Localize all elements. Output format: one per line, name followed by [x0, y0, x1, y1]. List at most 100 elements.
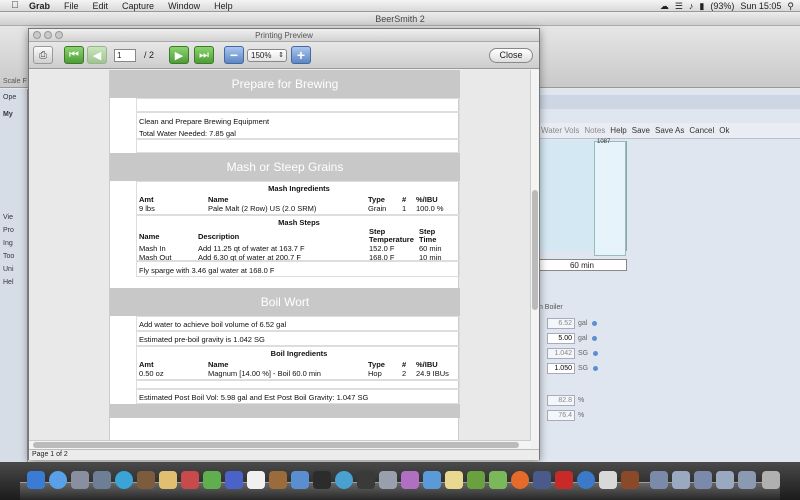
app-icon[interactable]	[291, 471, 309, 489]
nav-open[interactable]: Ope	[3, 94, 16, 101]
close-button[interactable]: Close	[489, 48, 533, 63]
page-number-input[interactable]: 1	[114, 49, 136, 62]
app-icon[interactable]	[335, 471, 353, 489]
lock-dot-icon[interactable]	[593, 350, 599, 356]
in-boiler-label: In Boiler	[537, 304, 563, 311]
folder-icon[interactable]	[650, 471, 668, 489]
nav-my[interactable]: My	[3, 111, 13, 118]
menu-app-name[interactable]: Grab	[22, 1, 57, 11]
boil-line2: Estimated pre-boil gravity is 1.042 SG	[139, 335, 265, 344]
horizontal-scrollbar[interactable]	[29, 440, 531, 449]
app-icon[interactable]	[181, 471, 199, 489]
efficiency-field[interactable]: 82.8	[547, 394, 575, 406]
menu-help[interactable]: Help	[207, 1, 240, 11]
battery-icon[interactable]: ▮	[699, 1, 704, 12]
lock-dot-icon[interactable]	[592, 320, 598, 326]
og-field[interactable]: 1.050	[547, 362, 575, 374]
spotlight-icon[interactable]: ⚲	[787, 1, 794, 12]
calendar-icon[interactable]	[247, 471, 265, 489]
safari-icon[interactable]	[49, 471, 67, 489]
save-button[interactable]: Save	[632, 126, 650, 135]
mail-icon[interactable]	[71, 471, 89, 489]
zoom-out-icon[interactable]: −	[224, 46, 244, 64]
last-page-icon[interactable]: ⏭	[194, 46, 214, 64]
app-icon[interactable]	[577, 471, 595, 489]
notes-icon[interactable]	[159, 471, 177, 489]
acrobat-icon[interactable]	[555, 471, 573, 489]
zoom-select[interactable]: 150% ⇕	[247, 49, 287, 62]
window-close-light-icon[interactable]	[33, 31, 41, 39]
ok-button[interactable]: Ok	[719, 126, 729, 135]
app-icon[interactable]	[467, 471, 485, 489]
menu-file[interactable]: File	[57, 1, 86, 11]
volume-icon[interactable]: ♪	[689, 1, 694, 11]
window-minimize-light-icon[interactable]	[44, 31, 52, 39]
menu-window[interactable]: Window	[161, 1, 207, 11]
app-icon[interactable]	[269, 471, 287, 489]
vertical-scrollbar[interactable]	[530, 70, 539, 440]
zoom-in-icon[interactable]: +	[291, 46, 311, 64]
help-button[interactable]: Help	[610, 126, 626, 135]
cloud-icon[interactable]: ☁	[660, 1, 669, 12]
nav-view[interactable]: Vie	[3, 214, 13, 221]
nav-tools[interactable]: Too	[3, 253, 14, 260]
app-icon[interactable]	[357, 471, 375, 489]
col-num: #	[402, 195, 407, 204]
lock-dot-icon[interactable]	[593, 365, 599, 371]
app-icon[interactable]	[313, 471, 331, 489]
boil-time-field[interactable]: 60 min	[537, 259, 627, 271]
next-page-icon[interactable]: ▶	[169, 46, 189, 64]
apple-icon[interactable]: 	[8, 0, 22, 11]
menu-edit[interactable]: Edit	[86, 1, 116, 11]
nav-profiles[interactable]: Pro	[3, 227, 14, 234]
contacts-icon[interactable]	[137, 471, 155, 489]
trash-icon[interactable]	[762, 471, 780, 489]
app-icon[interactable]	[401, 471, 419, 489]
window-zoom-light-icon[interactable]	[55, 31, 63, 39]
app-icon[interactable]	[445, 471, 463, 489]
folder-icon[interactable]	[672, 471, 690, 489]
lock-dot-icon[interactable]	[592, 335, 598, 341]
app-icon[interactable]	[533, 471, 551, 489]
app-icon[interactable]	[203, 471, 221, 489]
first-page-icon[interactable]: ⏮	[64, 46, 84, 64]
notes-button[interactable]: Notes	[584, 126, 605, 135]
water-vols-button[interactable]: Water Vols	[541, 126, 579, 135]
preboil-gravity-field[interactable]: 1.042	[547, 347, 575, 359]
efficiency-field-2[interactable]: 76.4	[547, 409, 575, 421]
col-amt: Amt	[139, 195, 154, 204]
firefox-icon[interactable]	[511, 471, 529, 489]
clock[interactable]: Sun 15:05	[740, 1, 781, 11]
app-icon[interactable]	[599, 471, 617, 489]
scale-label[interactable]: Scale F	[3, 78, 27, 85]
app-icon[interactable]	[379, 471, 397, 489]
scroll-thumb[interactable]	[33, 442, 519, 448]
folder-icon[interactable]	[738, 471, 756, 489]
facetime-icon[interactable]	[115, 471, 133, 489]
scroll-thumb[interactable]	[532, 190, 538, 310]
col-step-temp2: Temperature	[369, 235, 414, 244]
app-icon[interactable]	[489, 471, 507, 489]
boil-volume-field[interactable]: 6.52	[547, 317, 575, 329]
col-num: #	[402, 360, 407, 369]
printer-icon[interactable]: ⎙	[33, 46, 53, 64]
nav-ingredients[interactable]: Ing	[3, 240, 13, 247]
unit-label: %	[578, 411, 585, 419]
wifi-icon[interactable]: ☰	[675, 1, 683, 12]
batch-volume-field[interactable]: 5.00	[547, 332, 575, 344]
section-footer-bar	[110, 404, 460, 418]
menu-capture[interactable]: Capture	[115, 1, 161, 11]
nav-units[interactable]: Uni	[3, 266, 14, 273]
nav-help[interactable]: Hel	[3, 279, 14, 286]
prev-page-icon[interactable]: ◀	[87, 46, 107, 64]
photos-icon[interactable]	[93, 471, 111, 489]
cancel-button[interactable]: Cancel	[689, 126, 714, 135]
app-icon[interactable]	[621, 471, 639, 489]
app-icon[interactable]	[423, 471, 441, 489]
folder-icon[interactable]	[716, 471, 734, 489]
itunes-icon[interactable]	[225, 471, 243, 489]
folder-icon[interactable]	[694, 471, 712, 489]
save-as-button[interactable]: Save As	[655, 126, 684, 135]
unit-label: %	[578, 396, 585, 404]
finder-icon[interactable]	[27, 471, 45, 489]
